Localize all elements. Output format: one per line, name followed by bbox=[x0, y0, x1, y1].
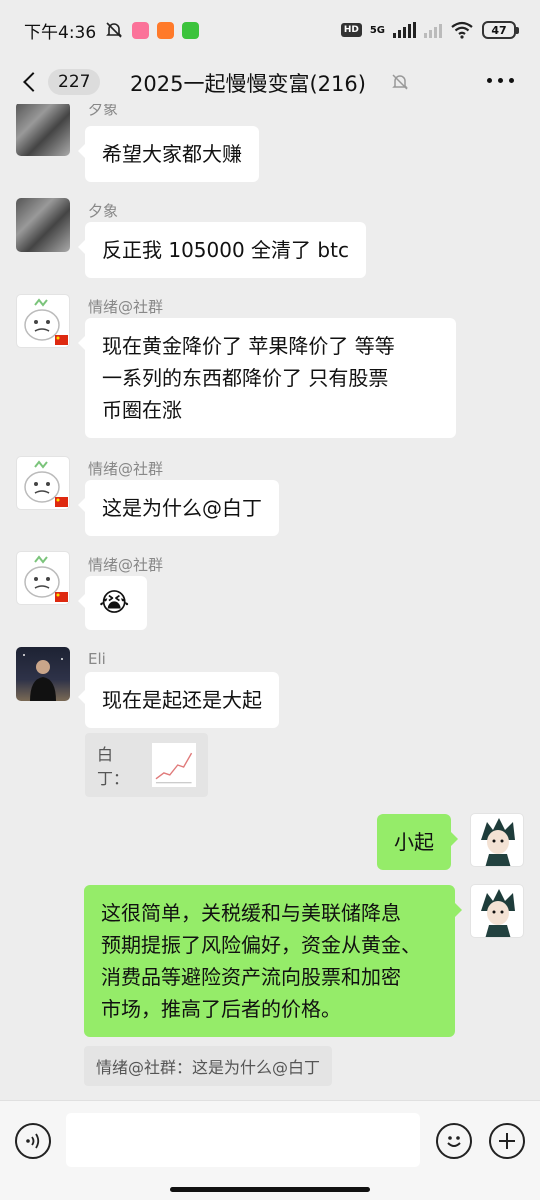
message-line: 这很简单，关税缓和与美联储降息 bbox=[101, 901, 401, 925]
status-time: 下午4:36 bbox=[24, 22, 97, 43]
message-line: 现在黄金降价了 苹果降价了 等等 bbox=[102, 334, 395, 358]
hd-badge: HD bbox=[340, 23, 362, 37]
voice-input-button[interactable] bbox=[15, 1123, 51, 1159]
group-title: 2025一起慢慢变富(216) bbox=[130, 72, 366, 96]
avatar[interactable] bbox=[16, 647, 70, 701]
more-actions-button[interactable] bbox=[489, 1123, 525, 1159]
quoted-message[interactable]: 情绪@社群：这是为什么@白丁 bbox=[84, 1046, 333, 1086]
sender-name: 夕象 bbox=[88, 202, 119, 220]
message-input[interactable] bbox=[66, 1113, 420, 1167]
chat-message-list[interactable]: 夕象 希望大家都大赚 夕象 反正我 105000 全清了 btc 情绪@社群 现… bbox=[0, 104, 540, 1100]
meme-face-icon bbox=[24, 460, 68, 507]
anime-avatar-icon bbox=[481, 818, 515, 866]
sender-name: 夕象 bbox=[88, 104, 119, 118]
input-bar bbox=[0, 1100, 540, 1200]
taobao-app-icon bbox=[157, 21, 175, 39]
plus-icon bbox=[499, 1133, 515, 1149]
avatar[interactable] bbox=[16, 104, 70, 156]
unread-count-badge[interactable]: 227 bbox=[48, 69, 101, 95]
quoted-sender: 白丁： bbox=[97, 745, 130, 788]
quoted-message[interactable]: 白丁： bbox=[85, 733, 208, 797]
voice-icon bbox=[26, 1133, 40, 1149]
sender-name: 情绪@社群 bbox=[88, 460, 164, 478]
smiley-icon bbox=[447, 1136, 461, 1147]
message-line: 消费品等避险资产流向股票和加密 bbox=[101, 965, 401, 989]
status-left: 下午4:36 bbox=[24, 18, 200, 43]
quoted-chart-thumbnail-icon bbox=[152, 743, 196, 787]
message-text: 希望大家都大赚 bbox=[102, 142, 242, 166]
message-bubble[interactable]: 反正我 105000 全清了 btc bbox=[78, 222, 366, 278]
own-avatar[interactable] bbox=[470, 813, 524, 867]
message-text: 现在是起还是大起 bbox=[102, 688, 262, 712]
message-bubble[interactable]: 现在黄金降价了 苹果降价了 等等 一系列的东西都降价了 只有股票 币圈在涨 bbox=[78, 318, 456, 438]
own-message-bubble[interactable]: 这很简单，关税缓和与美联储降息 预期提振了风险偏好，资金从黄金、 消费品等避险资… bbox=[84, 885, 462, 1037]
more-options-icon[interactable] bbox=[487, 78, 514, 83]
signal-secondary-icon bbox=[424, 22, 442, 38]
avatar[interactable] bbox=[16, 294, 70, 348]
muted-bell-icon bbox=[392, 74, 408, 90]
sender-name: 情绪@社群 bbox=[88, 556, 164, 574]
avatar[interactable] bbox=[16, 456, 70, 510]
network-type: 5G bbox=[369, 24, 385, 36]
sender-name: 情绪@社群 bbox=[88, 298, 164, 316]
bilibili-app-icon bbox=[132, 21, 150, 39]
message-line: 币圈在涨 bbox=[102, 398, 182, 422]
own-avatar[interactable] bbox=[470, 884, 524, 938]
emoji-button[interactable] bbox=[436, 1123, 472, 1159]
meme-face-icon bbox=[24, 555, 68, 602]
message-text: 小起 bbox=[394, 830, 434, 854]
home-indicator[interactable] bbox=[170, 1187, 370, 1192]
anime-avatar-icon bbox=[481, 889, 515, 937]
message-line: 一系列的东西都降价了 只有股票 bbox=[102, 366, 389, 390]
quoted-text: 情绪@社群：这是为什么@白丁 bbox=[96, 1058, 321, 1077]
back-arrow-icon[interactable] bbox=[23, 72, 43, 92]
wifi-icon bbox=[451, 21, 473, 39]
mute-notification-icon bbox=[106, 22, 123, 38]
own-message-bubble[interactable]: 小起 bbox=[377, 814, 458, 870]
green-app-icon bbox=[182, 21, 200, 39]
avatar[interactable] bbox=[16, 198, 70, 252]
signal-icon bbox=[393, 22, 416, 38]
battery-icon: 47 bbox=[482, 21, 519, 39]
sender-name: Eli bbox=[88, 650, 106, 668]
message-line: 市场，推高了后者的价格。 bbox=[101, 997, 341, 1021]
message-bubble[interactable]: 这是为什么@白丁 bbox=[78, 480, 279, 536]
message-text: 这是为什么@白丁 bbox=[102, 496, 262, 520]
status-right: HD 5G 47 bbox=[340, 21, 519, 39]
meme-face-icon bbox=[24, 298, 68, 345]
crying-emoji: 😭 bbox=[99, 588, 130, 618]
chat-header: 227 2025一起慢慢变富(216) bbox=[0, 60, 540, 104]
message-bubble[interactable]: 希望大家都大赚 bbox=[78, 126, 259, 182]
status-bar: 下午4:36 HD 5G 47 bbox=[0, 0, 540, 60]
message-text: 反正我 105000 全清了 btc bbox=[102, 238, 349, 262]
avatar[interactable] bbox=[16, 551, 70, 605]
message-bubble[interactable]: 现在是起还是大起 bbox=[78, 672, 279, 728]
message-line: 预期提振了风险偏好，资金从黄金、 bbox=[101, 933, 421, 957]
message-bubble[interactable]: 😭 bbox=[78, 576, 147, 630]
person-photo-icon bbox=[23, 654, 63, 701]
